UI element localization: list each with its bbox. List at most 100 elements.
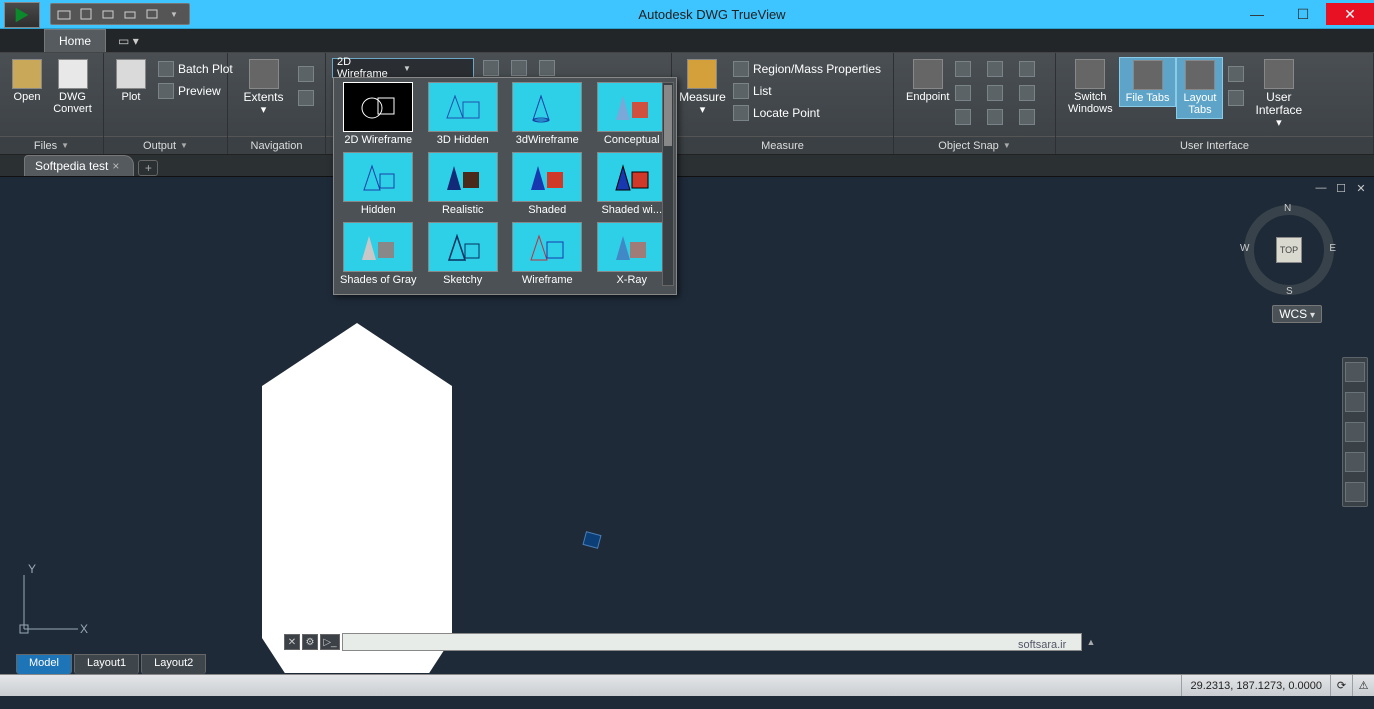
gallery-item-xray[interactable]: X-Ray (592, 222, 673, 286)
nav-orbit-button[interactable] (1345, 452, 1365, 472)
viewport-close-button[interactable]: ✕ (1354, 181, 1368, 195)
osnap-perp-icon[interactable] (987, 109, 1003, 125)
viewport-window-controls: — ☐ ✕ (1314, 181, 1368, 195)
qat-save-icon[interactable] (77, 5, 95, 23)
open-button[interactable]: Open (6, 57, 48, 105)
osnap-insertion-icon[interactable] (955, 109, 971, 125)
file-tabs-toggle[interactable]: File Tabs (1119, 57, 1177, 107)
refresh-icon (483, 60, 499, 76)
folder-open-icon (12, 59, 42, 89)
nav-pan-button[interactable] (1345, 392, 1365, 412)
pan-icon (298, 66, 314, 82)
list-button[interactable]: List (729, 81, 885, 101)
list-icon (733, 83, 749, 99)
layout-tab-layout1[interactable]: Layout1 (74, 654, 139, 674)
command-input[interactable] (342, 633, 1082, 651)
gallery-item-3dwireframe[interactable]: 3dWireframe (507, 82, 588, 146)
viewcube-top-face[interactable]: TOP (1276, 237, 1302, 263)
measure-button[interactable]: Measure▾ (678, 57, 727, 118)
gallery-item-shaded-with-edges[interactable]: Shaded wi... (592, 152, 673, 216)
drawing-canvas[interactable]: — ☐ ✕ TOP N S E W WCS ▾ Y X ✕ ⚙ ▷_ ▲ (0, 177, 1374, 674)
qat-print-icon[interactable] (121, 5, 139, 23)
qat-open-icon[interactable] (55, 5, 73, 23)
gallery-item-wireframe[interactable]: Wireframe (507, 222, 588, 286)
cmd-config-button[interactable]: ⚙ (302, 634, 318, 650)
dwg-convert-button[interactable]: DWG Convert (48, 57, 97, 117)
osnap-quadrant-icon[interactable] (955, 85, 971, 101)
ui-tool2-button[interactable] (1225, 87, 1247, 109)
locate-point-button[interactable]: Locate Point (729, 103, 885, 123)
qat-plot-icon[interactable] (99, 5, 117, 23)
locate-icon (733, 105, 749, 121)
plot-button[interactable]: Plot (110, 57, 152, 105)
viewcube[interactable]: TOP N S E W (1244, 205, 1334, 295)
osnap-extension-icon[interactable] (1019, 85, 1035, 101)
visual-style-dropdown[interactable]: 2D Wireframe▼ (332, 58, 474, 78)
osnap-intersection-icon[interactable] (987, 85, 1003, 101)
osnap-midpoint-icon[interactable] (955, 61, 971, 77)
gallery-item-hidden[interactable]: Hidden (338, 152, 419, 216)
ucs-icon: Y X (16, 567, 86, 640)
gallery-item-shaded[interactable]: Shaded (507, 152, 588, 216)
panel-osnap-title[interactable]: Object Snap (894, 136, 1055, 154)
panel-navigation-title: Navigation (228, 136, 325, 154)
file-tab[interactable]: Softpedia test × (24, 155, 134, 176)
panel-output-title[interactable]: Output (104, 136, 227, 154)
app-menu-button[interactable] (4, 2, 40, 28)
osnap-center-icon[interactable] (987, 61, 1003, 77)
panel-files-title[interactable]: Files (0, 136, 103, 154)
user-interface-button[interactable]: User Interface▾ (1249, 57, 1308, 131)
preview-button[interactable]: Preview (154, 81, 237, 101)
gallery-item-3d-hidden[interactable]: 3D Hidden (423, 82, 504, 146)
maximize-button[interactable]: ☐ (1280, 3, 1326, 25)
gallery-item-2d-wireframe[interactable]: 2D Wireframe (338, 82, 419, 146)
preview-icon (158, 83, 174, 99)
orbit-button[interactable] (295, 87, 317, 109)
close-button[interactable]: ✕ (1326, 3, 1374, 25)
vs-tool3-button[interactable] (536, 57, 558, 79)
ui-tool1-button[interactable] (1225, 63, 1247, 85)
minimize-button[interactable]: — (1234, 3, 1280, 25)
switch-windows-button[interactable]: Switch Windows (1062, 57, 1119, 117)
cmd-history-button[interactable]: ▲ (1084, 637, 1098, 647)
ribbon-tabstrip: Home ▭ ▾ (0, 29, 1374, 53)
gallery-item-realistic[interactable]: Realistic (423, 152, 504, 216)
status-sync-icon[interactable]: ⟳ (1330, 675, 1352, 696)
file-tab-label: Softpedia test (35, 159, 108, 173)
add-tab-button[interactable]: + (138, 160, 158, 176)
nav-showmotion-button[interactable] (1345, 482, 1365, 502)
gallery-item-sketchy[interactable]: Sketchy (423, 222, 504, 286)
extents-button[interactable]: Extents ▾ (234, 57, 293, 118)
osnap-node-icon[interactable] (1019, 61, 1035, 77)
region-properties-button[interactable]: Region/Mass Properties (729, 59, 885, 79)
nav-wheel-button[interactable] (1345, 362, 1365, 382)
layout-tabs-toggle[interactable]: Layout Tabs (1176, 57, 1223, 119)
layout-tab-model[interactable]: Model (16, 654, 72, 674)
endpoint-icon (913, 59, 943, 89)
viewport-minimize-button[interactable]: — (1314, 181, 1328, 195)
ribbon-overflow-button[interactable]: ▭ ▾ (108, 30, 149, 52)
gallery-item-shades-of-gray[interactable]: Shades of Gray (338, 222, 419, 286)
status-tray-icon[interactable]: ⚠ (1352, 675, 1374, 696)
qat-publish-icon[interactable] (143, 5, 161, 23)
osnap-tangent-icon[interactable] (1019, 109, 1035, 125)
visual-style-gallery: 2D Wireframe 3D Hidden 3dWireframe Conce… (333, 77, 677, 295)
batch-plot-button[interactable]: Batch Plot (154, 59, 237, 79)
wcs-dropdown[interactable]: WCS ▾ (1272, 305, 1322, 323)
gallery-scrollbar[interactable] (662, 82, 674, 286)
file-tab-close-icon[interactable]: × (112, 159, 119, 173)
tab-home[interactable]: Home (44, 29, 106, 52)
pan-button[interactable] (295, 63, 317, 85)
viewport-maximize-button[interactable]: ☐ (1334, 181, 1348, 195)
gallery-item-conceptual[interactable]: Conceptual (592, 82, 673, 146)
svg-text:X: X (80, 622, 88, 636)
endpoint-button[interactable]: Endpoint (900, 57, 955, 105)
nav-zoom-button[interactable] (1345, 422, 1365, 442)
qat-dropdown-icon[interactable]: ▼ (165, 5, 183, 23)
vs-tool1-button[interactable] (480, 57, 502, 79)
cmd-close-button[interactable]: ✕ (284, 634, 300, 650)
svg-text:Y: Y (28, 562, 36, 576)
vs-tool2-button[interactable] (508, 57, 530, 79)
layout-tab-layout2[interactable]: Layout2 (141, 654, 206, 674)
window-title: Autodesk DWG TrueView (190, 7, 1234, 22)
